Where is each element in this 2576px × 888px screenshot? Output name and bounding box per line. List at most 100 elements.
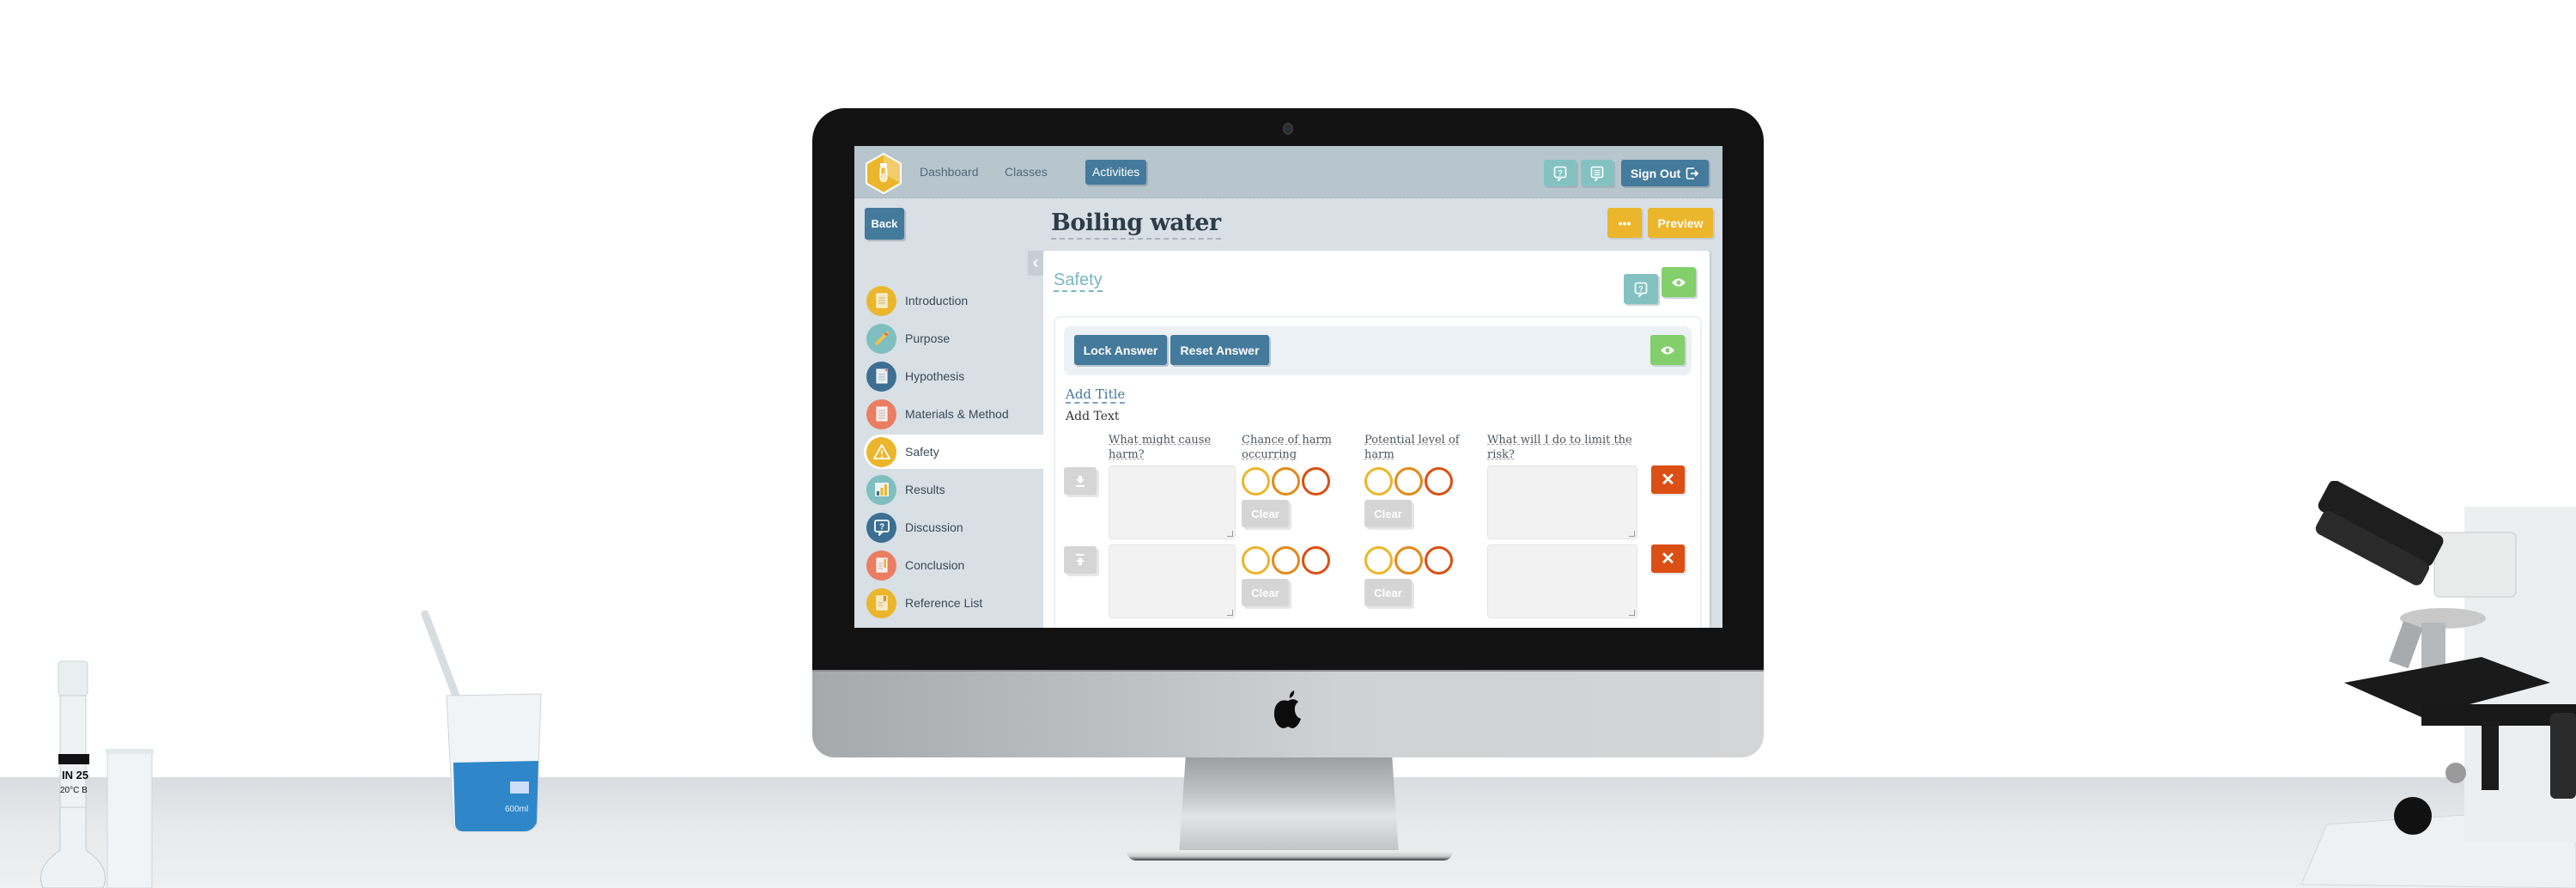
sign-out-label: Sign Out xyxy=(1630,166,1681,180)
sign-out-button[interactable]: Sign Out xyxy=(1621,160,1709,186)
eye-icon xyxy=(1672,278,1686,286)
sidebar-item-purpose[interactable]: Purpose xyxy=(866,321,1043,356)
sidebar-item-label: Discussion xyxy=(905,520,963,534)
rating-option-high[interactable] xyxy=(1302,546,1330,575)
answer-toolbar: Lock Answer Reset Answer xyxy=(1064,326,1692,375)
microscope-illustration xyxy=(2300,481,2576,888)
sidebar-item-conclusion[interactable]: Conclusion xyxy=(866,548,1043,582)
rating-option-medium[interactable] xyxy=(1272,546,1300,575)
rating-option-high[interactable] xyxy=(1425,546,1453,575)
move-row-up-button[interactable] xyxy=(1064,546,1097,574)
sidebar-item-label: Reference List xyxy=(905,596,983,610)
help-button[interactable]: ? xyxy=(1544,160,1577,186)
sidebar-item-materials-method[interactable]: Materials & Method xyxy=(866,397,1043,431)
document-icon xyxy=(866,361,896,392)
move-down-icon xyxy=(1076,476,1084,487)
answer-visibility-button[interactable] xyxy=(1650,335,1685,365)
column-header-level: Potential level of harm xyxy=(1364,434,1460,461)
add-title-link[interactable]: Add Title xyxy=(1066,386,1126,404)
help-icon: ? xyxy=(1553,166,1567,181)
content-panel: Safety ? Lock Answer Reset Answer Add Ti… xyxy=(1043,251,1710,628)
beaker-label: 600ml xyxy=(505,805,528,814)
feedback-icon xyxy=(1590,166,1604,181)
move-up-icon xyxy=(1076,554,1084,565)
back-button[interactable]: Back xyxy=(865,208,904,240)
sidebar-item-safety[interactable]: Safety xyxy=(864,435,1043,469)
clear-chance-button[interactable]: Clear xyxy=(1242,579,1289,606)
book-icon xyxy=(866,587,896,618)
eye-icon xyxy=(1661,346,1674,354)
section-help-button[interactable]: ? xyxy=(1624,274,1658,304)
sidebar-item-reference-list[interactable]: Reference List xyxy=(866,586,1043,620)
page-title[interactable]: Boiling water xyxy=(1051,209,1221,240)
risk-table-card: Lock Answer Reset Answer Add Title Add T… xyxy=(1054,316,1702,628)
pencil-icon xyxy=(866,323,896,354)
svg-text:?: ? xyxy=(878,523,884,532)
clear-level-button[interactable]: Clear xyxy=(1364,500,1412,527)
clear-level-button[interactable]: Clear xyxy=(1364,579,1412,606)
svg-text:?: ? xyxy=(1638,284,1643,293)
section-title[interactable]: Safety xyxy=(1054,270,1103,292)
cause-input[interactable] xyxy=(1109,544,1236,618)
chance-rating[interactable] xyxy=(1242,546,1330,575)
more-options-button[interactable]: ••• xyxy=(1607,208,1642,238)
rating-option-medium[interactable] xyxy=(1394,546,1423,575)
rating-option-low[interactable] xyxy=(1242,546,1270,575)
rating-option-medium[interactable] xyxy=(1272,467,1300,496)
app-logo-icon[interactable] xyxy=(865,153,902,194)
sidebar-item-label: Results xyxy=(905,483,945,496)
glassware-illustration: IN 25 20°C B xyxy=(40,660,154,888)
sidebar-item-label: Introduction xyxy=(905,294,969,307)
chance-rating[interactable] xyxy=(1242,467,1330,496)
delete-row-button[interactable]: ✕ xyxy=(1651,465,1685,494)
chevron-left-icon: ‹ xyxy=(1032,253,1039,272)
question-bubble-icon: ? xyxy=(866,512,896,543)
sidebar-item-label: Safety xyxy=(905,445,939,459)
feedback-button[interactable] xyxy=(1581,160,1613,186)
level-rating[interactable] xyxy=(1364,546,1453,575)
list-icon xyxy=(866,398,896,429)
rating-option-low[interactable] xyxy=(1242,467,1270,496)
notes-icon xyxy=(866,550,896,581)
level-rating[interactable] xyxy=(1364,467,1453,496)
webcam-icon xyxy=(1283,123,1293,135)
limit-risk-input[interactable] xyxy=(1487,544,1637,618)
document-icon xyxy=(866,285,896,316)
preview-button[interactable]: Preview xyxy=(1648,208,1713,238)
nav-dashboard[interactable]: Dashboard xyxy=(913,160,986,185)
delete-row-button[interactable]: ✕ xyxy=(1651,544,1685,573)
reset-answer-button[interactable]: Reset Answer xyxy=(1170,335,1269,365)
move-row-down-button[interactable] xyxy=(1064,467,1097,495)
section-visibility-button[interactable] xyxy=(1662,267,1696,297)
rating-option-low[interactable] xyxy=(1364,467,1393,496)
rating-option-high[interactable] xyxy=(1425,467,1453,496)
monitor-stand-foot xyxy=(1127,850,1453,861)
flask-label-2: 20°C B xyxy=(60,786,88,795)
add-text-link[interactable]: Add Text xyxy=(1066,410,1120,423)
app-screen: Dashboard Classes Activities ? Sign Out xyxy=(854,146,1722,628)
sidebar-collapse-button[interactable]: ‹ xyxy=(1028,251,1043,276)
flask-label-1: IN 25 xyxy=(62,769,88,782)
sidebar-item-results[interactable]: Results xyxy=(866,472,1043,507)
nav-activities[interactable]: Activities xyxy=(1085,160,1147,185)
lock-answer-button[interactable]: Lock Answer xyxy=(1074,335,1167,365)
sidebar-item-discussion[interactable]: ? Discussion xyxy=(866,510,1043,544)
nav-classes[interactable]: Classes xyxy=(998,160,1054,185)
rating-option-medium[interactable] xyxy=(1394,467,1423,496)
sign-out-icon xyxy=(1686,167,1699,179)
bar-chart-icon xyxy=(866,474,896,505)
beaker-illustration: 600ml xyxy=(421,610,542,832)
rating-option-high[interactable] xyxy=(1302,467,1330,496)
apple-logo-icon xyxy=(1273,690,1301,728)
sidebar-item-label: Hypothesis xyxy=(905,369,965,383)
rating-option-low[interactable] xyxy=(1364,546,1393,575)
help-icon: ? xyxy=(1634,282,1648,297)
column-header-chance: Chance of harm occurring xyxy=(1242,434,1332,461)
sidebar-item-hypothesis[interactable]: Hypothesis xyxy=(866,359,1043,393)
limit-risk-input[interactable] xyxy=(1487,465,1637,539)
clear-chance-button[interactable]: Clear xyxy=(1242,500,1289,527)
top-navigation-bar: Dashboard Classes Activities ? Sign Out xyxy=(854,146,1722,198)
sidebar-item-label: Conclusion xyxy=(905,558,965,572)
sidebar-item-introduction[interactable]: Introduction xyxy=(866,283,1043,318)
cause-input[interactable] xyxy=(1109,465,1236,539)
